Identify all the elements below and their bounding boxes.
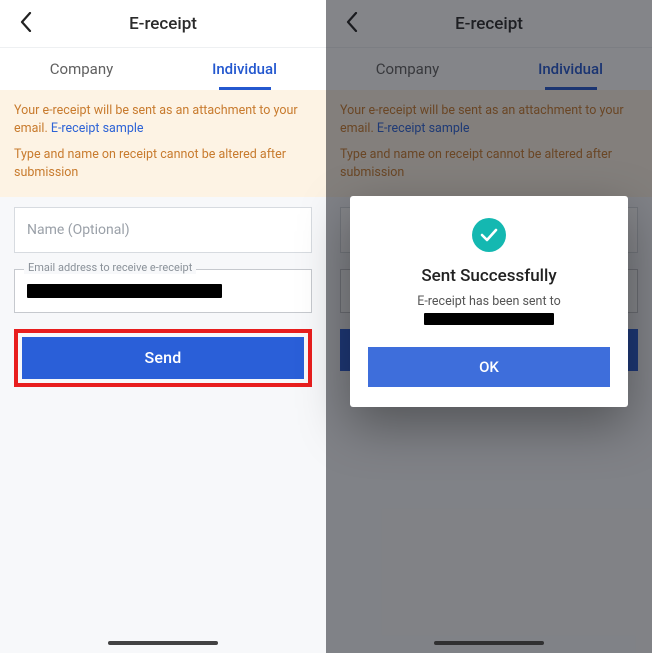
form-body: Email address to receive e-receipt Send [0,197,326,653]
redacted-email [27,284,222,298]
ok-button[interactable]: OK [368,347,610,387]
tab-individual-label: Individual [212,60,277,78]
modal-title: Sent Successfully [421,266,556,286]
screen-right: E-receipt Company Individual Your e-rece… [326,0,652,653]
email-input[interactable] [14,269,312,313]
tab-company[interactable]: Company [0,48,163,90]
ereceipt-sample-link[interactable]: E-receipt sample [51,121,144,136]
screen-left: E-receipt Company Individual Your e-rece… [0,0,326,653]
success-modal: Sent Successfully E-receipt has been sen… [350,196,628,407]
notice-banner: Your e-receipt will be sent as an attach… [0,90,326,197]
email-field-label: Email address to receive e-receipt [24,261,196,274]
ok-button-label: OK [479,358,499,376]
top-bar: E-receipt [0,0,326,48]
redacted-recipient [424,313,554,325]
chevron-left-icon [20,12,32,36]
home-indicator [108,641,218,645]
check-icon [472,218,506,252]
name-field [14,207,312,253]
send-button-highlight: Send [14,329,312,387]
modal-message: E-receipt has been sent to [417,294,561,309]
name-input[interactable] [14,207,312,253]
tab-company-label: Company [50,60,113,78]
send-button-label: Send [145,348,182,367]
page-title: E-receipt [129,14,197,34]
notice-text-2: Type and name on receipt cannot be alter… [14,146,312,182]
tab-individual[interactable]: Individual [163,48,326,90]
home-indicator [434,641,544,645]
tab-bar: Company Individual [0,48,326,90]
send-button[interactable]: Send [22,337,304,379]
email-field: Email address to receive e-receipt [14,269,312,313]
back-button[interactable] [10,0,42,47]
